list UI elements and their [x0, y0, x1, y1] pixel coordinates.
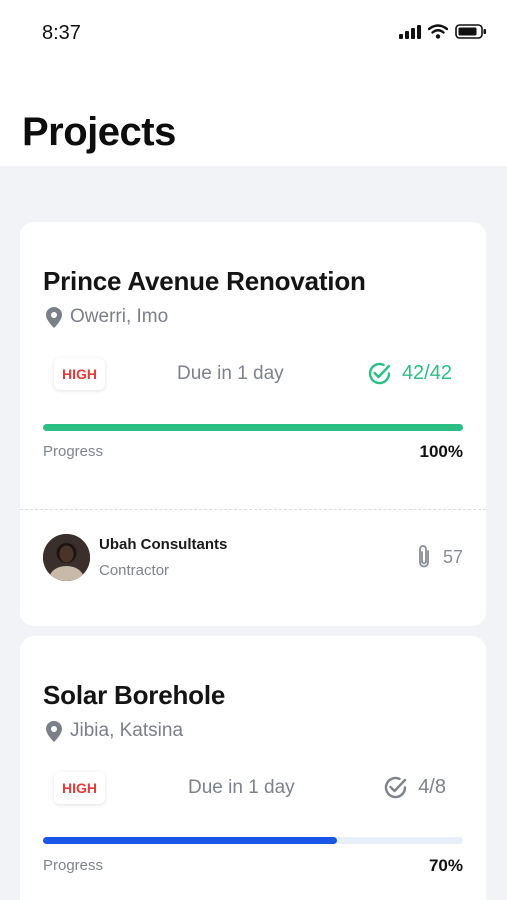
tasks-count: 4/8 [383, 775, 446, 800]
avatar [43, 534, 90, 581]
check-circle-icon [385, 776, 407, 799]
check-circle-icon [368, 362, 391, 385]
status-time: 8:37 [42, 22, 81, 44]
tasks-count-text: 42/42 [401, 362, 452, 384]
progress-label: Progress [43, 443, 104, 460]
card-divider [20, 509, 486, 510]
progress-bar [43, 837, 463, 844]
project-location: Owerri, Imo [46, 306, 168, 328]
priority-badge: HIGH [54, 358, 105, 390]
progress-label: Progress [43, 857, 104, 874]
header: 8:37 Projects [0, 0, 507, 166]
contractor-name: Ubah Consultants [99, 536, 228, 553]
progress-bar [43, 424, 463, 431]
battery-icon [455, 24, 486, 39]
progress-fill [43, 424, 463, 431]
cellular-signal-icon [399, 24, 421, 39]
due-text: Due in 1 day [188, 777, 295, 798]
page-title: Projects [22, 110, 176, 154]
project-location: Jibia, Katsina [46, 720, 183, 742]
project-title: Solar Borehole [43, 680, 226, 710]
tasks-count-text: 4/8 [418, 776, 446, 798]
location-text: Owerri, Imo [70, 306, 169, 327]
project-card[interactable]: Prince Avenue Renovation Owerri, Imo HIG… [20, 222, 486, 626]
progress-value: 70% [428, 856, 463, 875]
wifi-icon [428, 24, 448, 39]
location-text: Jibia, Katsina [70, 720, 184, 741]
attachments-count: 57 [442, 546, 463, 567]
priority-badge: HIGH [54, 772, 105, 804]
paperclip-icon [419, 545, 429, 568]
location-pin-icon [46, 720, 62, 742]
project-title: Prince Avenue Renovation [43, 266, 366, 296]
due-text: Due in 1 day [177, 363, 284, 384]
tasks-count: 42/42 [367, 361, 452, 386]
contractor-role: Contractor [99, 562, 170, 579]
attachments[interactable]: 57 [415, 544, 463, 570]
location-pin-icon [46, 306, 62, 328]
status-icons [399, 24, 487, 39]
project-card[interactable]: Solar Borehole Jibia, Katsina HIGH Due i… [20, 636, 486, 900]
progress-fill [43, 837, 337, 844]
progress-value: 100% [419, 442, 463, 461]
